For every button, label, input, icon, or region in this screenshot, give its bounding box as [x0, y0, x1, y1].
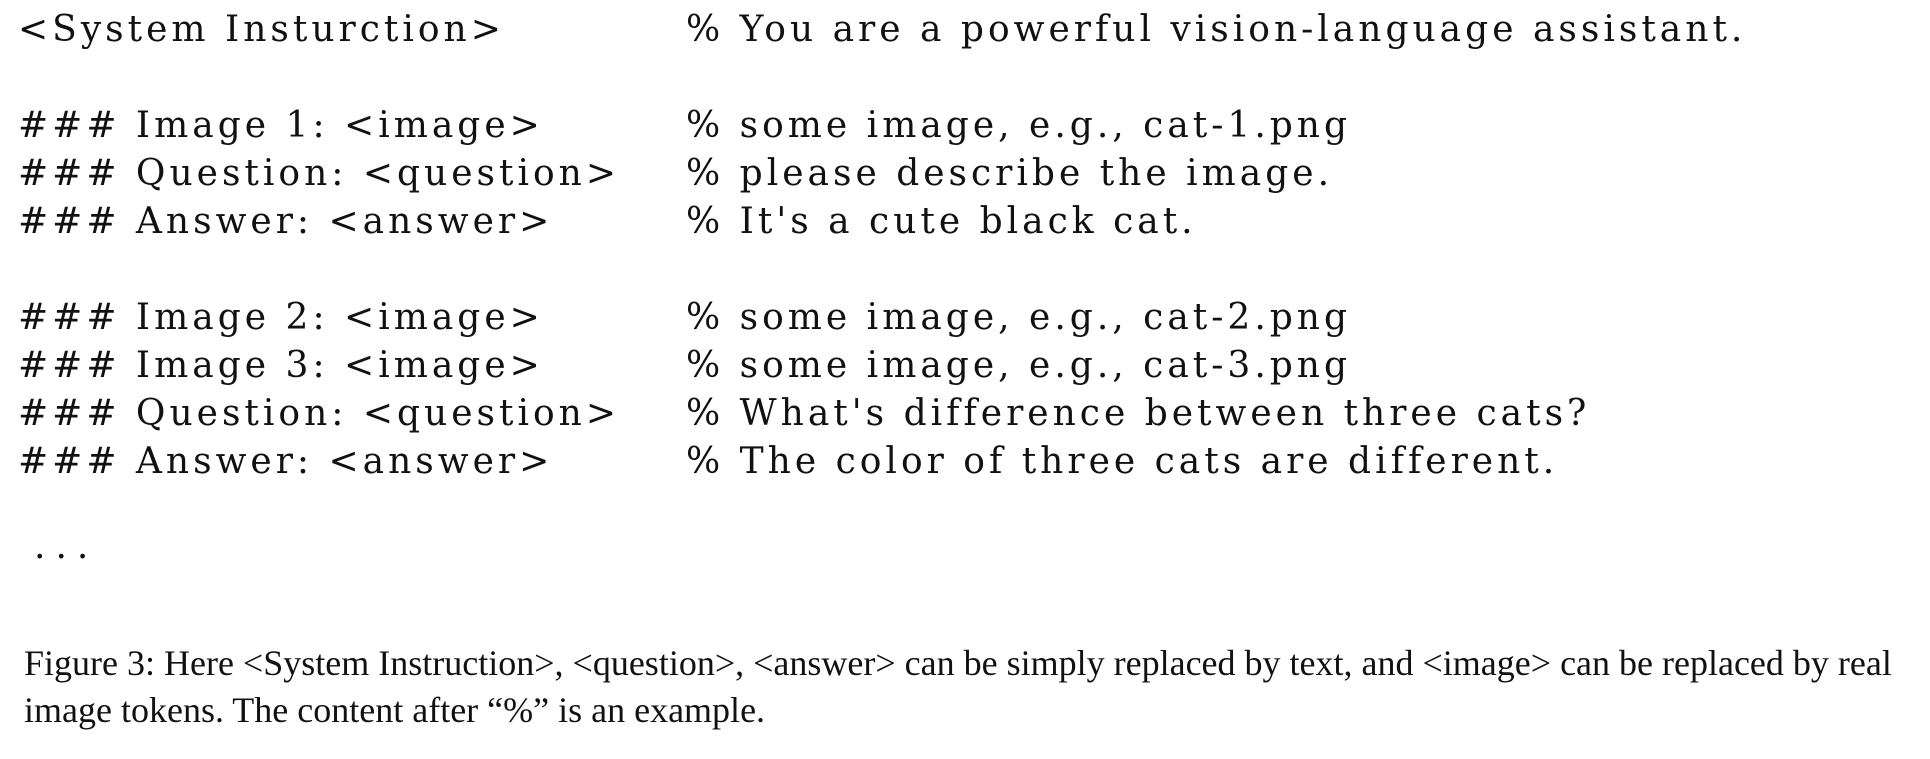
example-comment: % some image, e.g., cat-1.png: [686, 105, 1352, 146]
prompt-template-block: <System Insturction> % You are a powerfu…: [18, 6, 1908, 486]
example-comment: % You are a powerful vision-language ass…: [686, 9, 1747, 50]
ellipsis: ...: [34, 526, 99, 567]
image-1-line: ### Image 1: <image> % some image, e.g.,…: [18, 102, 1908, 150]
image-3-line: ### Image 3: <image> % some image, e.g.,…: [18, 342, 1908, 390]
template-token: <System Insturction>: [18, 9, 505, 50]
example-comment: % please describe the image.: [686, 153, 1334, 194]
template-token: ### Answer: <answer>: [18, 201, 554, 242]
example-comment: % some image, e.g., cat-3.png: [686, 345, 1352, 386]
figure-3: <System Insturction> % You are a powerfu…: [0, 0, 1930, 759]
template-token: ### Image 3: <image>: [18, 345, 544, 386]
question-2-line: ### Question: <question> % What's differ…: [18, 390, 1908, 438]
answer-1-line: ### Answer: <answer> % It's a cute black…: [18, 198, 1908, 246]
example-comment: % The color of three cats are different.: [686, 441, 1559, 482]
figure-caption: Figure 3: Here <System Instruction>, <qu…: [24, 643, 1892, 730]
system-instruction-line: <System Insturction> % You are a powerfu…: [18, 6, 1908, 54]
question-1-line: ### Question: <question> % please descri…: [18, 150, 1908, 198]
example-comment: % It's a cute black cat.: [686, 201, 1197, 242]
template-token: ### Image 2: <image>: [18, 297, 544, 338]
template-token: ### Image 1: <image>: [18, 105, 544, 146]
template-token: ### Question: <question>: [18, 153, 621, 194]
example-comment: % What's difference between three cats?: [686, 393, 1591, 434]
template-token: ### Question: <question>: [18, 393, 621, 434]
image-2-line: ### Image 2: <image> % some image, e.g.,…: [18, 294, 1908, 342]
example-comment: % some image, e.g., cat-2.png: [686, 297, 1352, 338]
template-token: ### Answer: <answer>: [18, 441, 554, 482]
answer-2-line: ### Answer: <answer> % The color of thre…: [18, 438, 1908, 486]
